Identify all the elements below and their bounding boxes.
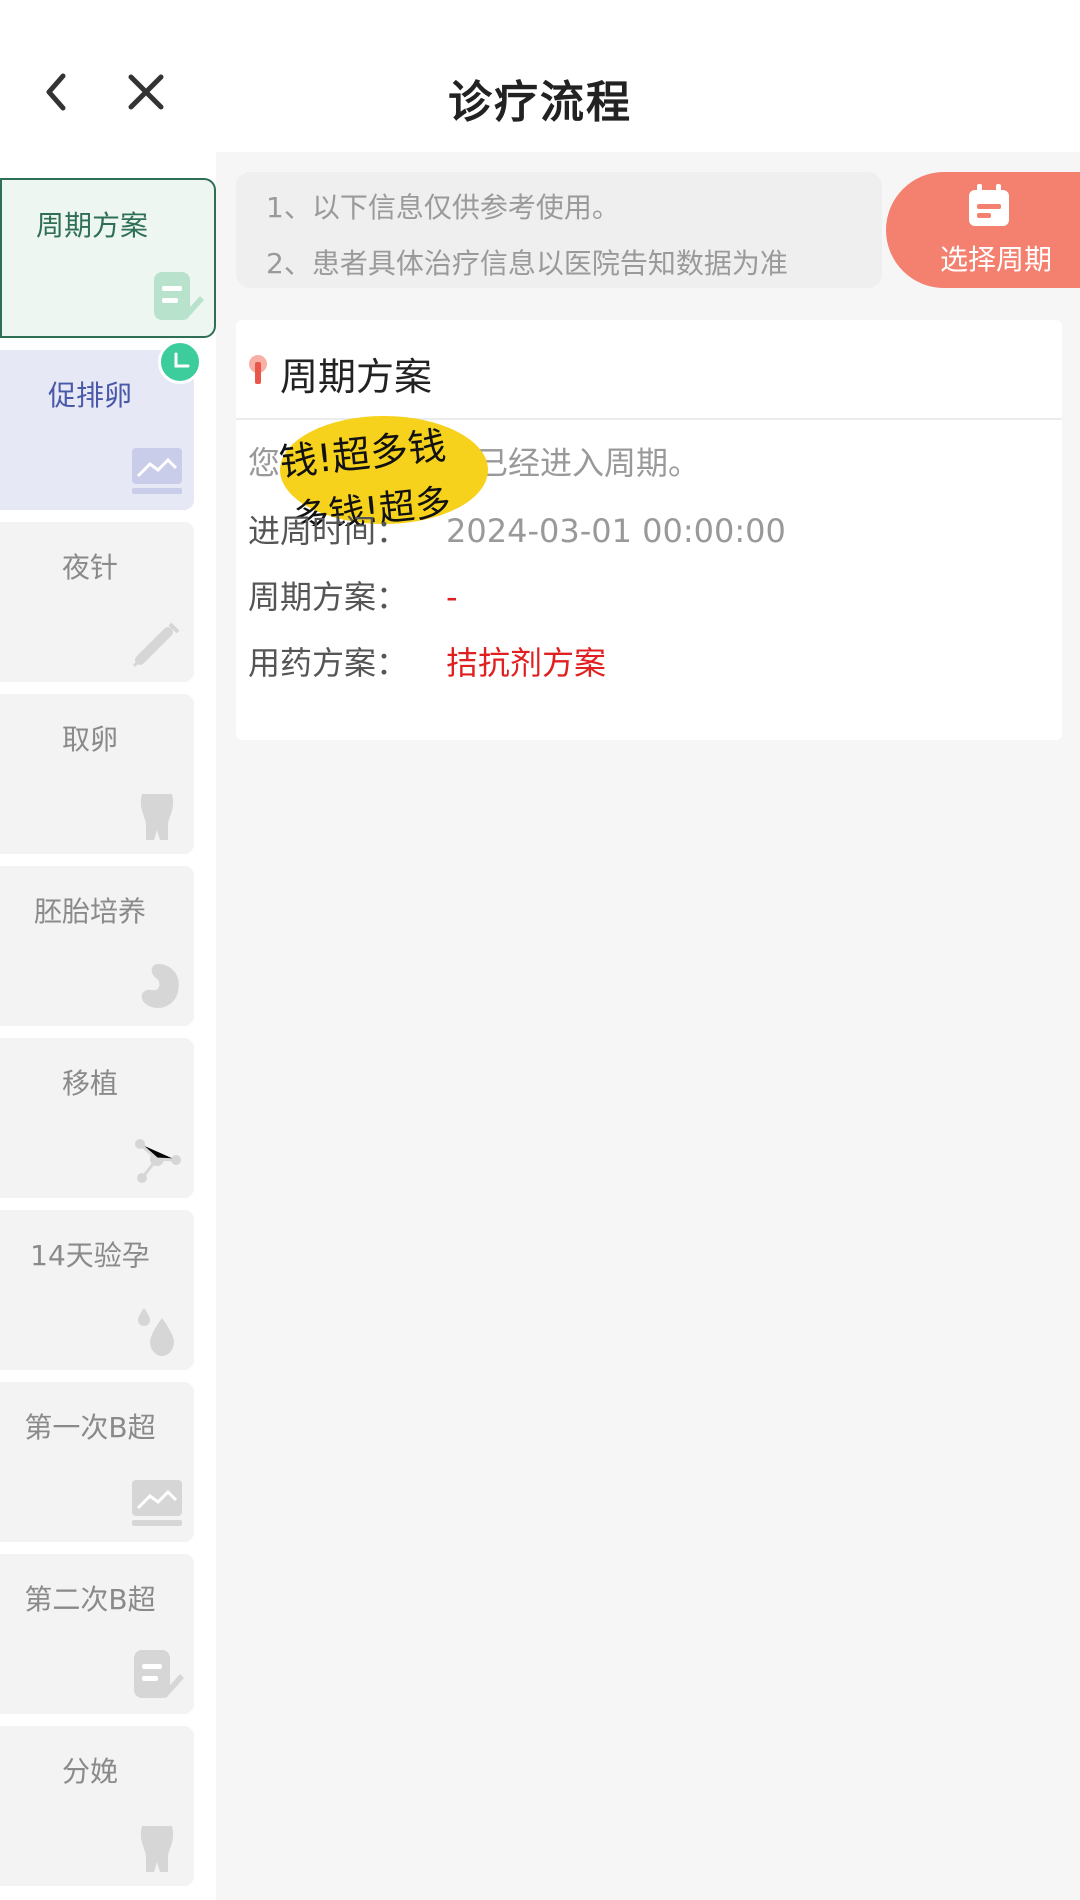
info-row-start-time: 进周时间： 2024-03-01 00:00:00	[248, 506, 786, 552]
sidebar: 周期方案 促排卵 夜针 取卵 胚胎培养 移植 14天验孕 第一次B超 第二次B超…	[0, 152, 216, 1900]
sidebar-item-label: 14天验孕	[30, 1239, 150, 1272]
info-row-cycle-plan: 周期方案： -	[248, 572, 458, 618]
main-content: 1、以下信息仅供参考使用。 2、患者具体治疗信息以医院告知数据为准 选择周期 周…	[216, 152, 1080, 1900]
sidebar-item-label: 第一次B超	[24, 1411, 156, 1444]
info-value: 2024-03-01 00:00:00	[446, 512, 786, 550]
ultrasound-icon	[132, 448, 182, 494]
cycle-plan-card: 周期方案 您已经进入周期。 钱!超多钱 多钱!超多 进周时间： 2024-03-0…	[236, 320, 1062, 740]
page-title: 诊疗流程	[448, 77, 632, 128]
select-cycle-button[interactable]: 选择周期	[886, 172, 1080, 288]
info-row-medication-plan: 用药方案： 拮抗剂方案	[248, 638, 606, 684]
info-key: 进周时间：	[248, 512, 409, 550]
ultrasound-icon	[132, 1480, 182, 1526]
molecule-icon	[135, 1139, 181, 1183]
sidebar-item-label: 胚胎培养	[33, 895, 146, 928]
sidebar-item-label: 周期方案	[35, 209, 148, 242]
sidebar-item-label: 夜针	[61, 551, 118, 584]
header: 诊疗流程	[0, 0, 1080, 152]
sidebar-item-label: 促排卵	[47, 379, 132, 412]
sidebar-item-second-ultrasound[interactable]: 第二次B超	[0, 1554, 194, 1714]
sidebar-item-label: 取卵	[61, 723, 118, 756]
sidebar-item-cycle-plan[interactable]: 周期方案	[0, 178, 216, 338]
notice-box: 1、以下信息仅供参考使用。 2、患者具体治疗信息以医院告知数据为准	[236, 172, 882, 288]
card-title: 周期方案	[280, 355, 433, 399]
uterus-icon	[140, 1826, 174, 1872]
select-cycle-label: 选择周期	[939, 243, 1052, 276]
embryo-icon	[141, 964, 179, 1008]
syringe-icon	[132, 622, 180, 668]
sidebar-item-delivery[interactable]: 分娩	[0, 1726, 194, 1886]
calendar-icon	[969, 184, 1009, 226]
clock-icon	[174, 352, 190, 368]
document-edit-icon	[134, 1650, 184, 1698]
sidebar-item-embryo-culture[interactable]: 胚胎培养	[0, 866, 194, 1026]
sidebar-item-egg-retrieval[interactable]: 取卵	[0, 694, 194, 854]
sidebar-item-transfer[interactable]: 移植	[0, 1038, 194, 1198]
info-value: 拮抗剂方案	[446, 644, 607, 682]
sidebar-item-label: 分娩	[61, 1755, 118, 1788]
drop-icon	[138, 1308, 174, 1356]
clock-badge	[158, 340, 202, 384]
info-value: -	[446, 578, 458, 616]
card-header: 周期方案	[236, 320, 1062, 420]
notice-line-2: 2、患者具体治疗信息以医院告知数据为准	[266, 247, 788, 280]
sidebar-item-pregnancy-test[interactable]: 14天验孕	[0, 1210, 194, 1370]
info-key: 周期方案：	[248, 578, 409, 616]
notice-line-1: 1、以下信息仅供参考使用。	[266, 191, 620, 224]
sidebar-item-first-ultrasound[interactable]: 第一次B超	[0, 1382, 194, 1542]
info-key: 用药方案：	[248, 644, 409, 682]
sidebar-item-label: 移植	[61, 1067, 118, 1100]
uterus-icon	[140, 794, 174, 840]
status-suffix: 已经进入周期。	[476, 444, 701, 482]
sidebar-item-label: 第二次B超	[24, 1583, 156, 1616]
document-edit-icon	[154, 272, 204, 320]
sidebar-item-trigger-shot[interactable]: 夜针	[0, 522, 194, 682]
pin-icon	[249, 355, 267, 384]
